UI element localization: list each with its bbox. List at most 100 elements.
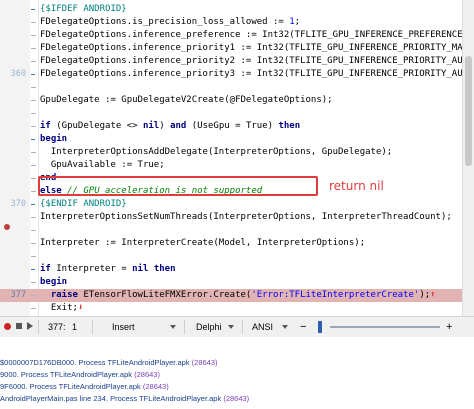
gutter-marker	[31, 165, 36, 166]
code-line[interactable]	[0, 250, 474, 263]
chevron-down-icon[interactable]	[170, 325, 176, 329]
code-line[interactable]: if (GpuDelegate <> nil) and (UseGpu = Tr…	[0, 120, 474, 133]
code-line[interactable]: begin	[0, 133, 474, 146]
gutter-marker	[31, 295, 36, 296]
zoom-slider[interactable]	[330, 326, 440, 328]
zoom-in-icon[interactable]: +	[446, 317, 452, 337]
code-token: {$IFDEF ANDROID}	[40, 4, 127, 14]
message-process-id: (28643)	[223, 394, 250, 403]
language-selector[interactable]: Delphi	[196, 317, 222, 337]
code-line[interactable]	[0, 224, 474, 237]
code-lines: {$IFDEF ANDROID} FDelegateOptions.is_prec…	[0, 0, 474, 316]
chevron-down-icon[interactable]	[228, 325, 234, 329]
code-line[interactable]: Interpreter := InterpreterCreate(Model, …	[0, 237, 474, 250]
code-token: FDelegateOptions.is_precision_loss_allow…	[40, 17, 290, 27]
message-item[interactable]: 9000. Process TFLiteAndroidPlayer.apk (2…	[0, 369, 160, 381]
arrow-icon: ⬆	[430, 290, 436, 300]
code-token: );	[419, 290, 431, 300]
code-line[interactable]: InterpreterOptionsSetNumThreads(Interpre…	[0, 211, 474, 224]
status-bar: 377: 1 Insert Delphi ANSI − +	[0, 316, 474, 338]
code-text: if (GpuDelegate <> nil) and (UseGpu = Tr…	[40, 120, 300, 133]
code-line[interactable]	[0, 81, 474, 94]
code-line[interactable]: FDelegateOptions.inference_priority1 := …	[0, 42, 474, 55]
code-token: raise	[50, 290, 78, 300]
code-line[interactable]: 377 raise ETensorFlowLiteFMXError.Create…	[0, 289, 474, 302]
vertical-scrollbar[interactable]	[462, 0, 474, 316]
gutter-marker	[31, 308, 36, 309]
code-text: if Interpreter = nil then	[40, 263, 176, 276]
message-process-id: (28643)	[142, 382, 169, 391]
code-line[interactable]: FDelegateOptions.inference_priority2 := …	[0, 55, 474, 68]
message-item[interactable]: $0000007D176DB000. Process TFLiteAndroid…	[0, 357, 218, 369]
code-token: GpuAvailable := True;	[40, 160, 165, 170]
code-text: InterpreterOptionsAddDelegate(Interprete…	[40, 146, 392, 159]
message-text: 9000. Process TFLiteAndroidPlayer.apk	[0, 370, 135, 379]
code-line[interactable]: {$IFDEF ANDROID}	[0, 3, 474, 16]
code-token: 'Error:TFLiteInterpreterCreate'	[251, 290, 420, 300]
gutter-marker	[31, 126, 36, 127]
zoom-slider-thumb[interactable]	[318, 321, 322, 333]
code-editor[interactable]: {$IFDEF ANDROID} FDelegateOptions.is_prec…	[0, 0, 474, 316]
code-token: nil	[142, 121, 160, 131]
cursor-line: 377:	[48, 322, 66, 332]
code-token: FDelegateOptions.inference_priority2 := …	[40, 56, 474, 66]
code-token: begin	[40, 134, 68, 144]
code-line[interactable]: begin	[0, 276, 474, 289]
code-line[interactable]	[0, 107, 474, 120]
code-token: begin	[40, 277, 68, 287]
line-number: 360	[10, 69, 26, 79]
scrollbar-thumb[interactable]	[465, 56, 472, 166]
gutter-marker	[31, 269, 35, 270]
zoom-out-icon[interactable]: −	[300, 317, 306, 337]
code-token: nil	[132, 264, 149, 274]
message-item[interactable]: 9F6000. Process TFLiteAndroidPlayer.apk …	[0, 381, 169, 393]
code-text: FDelegateOptions.inference_preference :=…	[40, 29, 474, 42]
code-line[interactable]: InterpreterOptionsAddDelegate(Interprete…	[0, 146, 474, 159]
code-line[interactable]: FDelegateOptions.is_precision_loss_allow…	[0, 16, 474, 29]
play-macro-icon[interactable]	[27, 322, 33, 330]
messages-panel: $0000007D176DB000. Process TFLiteAndroid…	[0, 337, 474, 409]
code-line[interactable]: GpuDelegate := GpuDelegateV2Create(@FDel…	[0, 94, 474, 107]
code-text: FDelegateOptions.inference_priority1 := …	[40, 42, 474, 55]
encoding-selector[interactable]: ANSI	[252, 317, 273, 337]
code-token: )	[159, 121, 171, 131]
message-item[interactable]: AndroidPlayerMain.pas line 234. Process …	[0, 393, 249, 405]
code-token: and	[170, 121, 187, 131]
code-token: InterpreterOptionsSetNumThreads(Interpre…	[40, 212, 452, 222]
code-token: Interpreter := InterpreterCreate(Model, …	[40, 238, 366, 248]
record-macro-icon[interactable]	[4, 323, 11, 330]
code-text: raise ETensorFlowLiteFMXError.Create('Er…	[40, 289, 436, 302]
gutter-marker	[31, 35, 36, 36]
insert-mode-indicator[interactable]: Insert	[112, 317, 135, 337]
code-line[interactable]: FDelegateOptions.inference_preference :=…	[0, 29, 474, 42]
code-text: InterpreterOptionsSetNumThreads(Interpre…	[40, 211, 452, 224]
code-line[interactable]: 370 {$ENDIF ANDROID}	[0, 198, 474, 211]
code-line[interactable]: if Interpreter = nil then	[0, 263, 474, 276]
gutter-marker	[31, 9, 35, 10]
gutter-marker	[31, 152, 36, 153]
line-number: 370	[10, 199, 26, 209]
code-text: GpuDelegate := GpuDelegateV2Create(@FDel…	[40, 94, 333, 107]
message-process-id: (28643)	[134, 370, 160, 379]
code-line[interactable]: 360 FDelegateOptions.inference_priority3 …	[0, 68, 474, 81]
code-line[interactable]: GpuAvailable := True;	[0, 159, 474, 172]
stop-macro-icon[interactable]	[16, 323, 22, 329]
message-text: 9F6000. Process TFLiteAndroidPlayer.apk	[0, 382, 143, 391]
gutter-marker	[31, 87, 36, 88]
chevron-down-icon[interactable]	[282, 325, 288, 329]
code-token: ETensorFlowLiteFMXError.Create(	[77, 290, 252, 300]
code-text: FDelegateOptions.inference_priority3 := …	[40, 68, 474, 81]
code-token: (GpuDelegate <>	[50, 121, 143, 131]
code-line[interactable]: Exit;⬇	[0, 302, 474, 315]
code-text: Interpreter := InterpreterCreate(Model, …	[40, 237, 365, 250]
gutter-marker	[31, 178, 36, 179]
code-token: InterpreterOptionsAddDelegate(Interprete…	[40, 147, 393, 157]
code-text: FDelegateOptions.inference_priority2 := …	[40, 55, 474, 68]
code-token: Exit;	[40, 303, 78, 313]
gutter-marker	[31, 74, 35, 75]
code-token: (UseGpu = True)	[186, 121, 279, 131]
gutter-marker	[31, 139, 35, 140]
gutter-marker	[31, 61, 36, 62]
code-token: GpuDelegate := GpuDelegateV2Create(@FDel…	[40, 95, 333, 105]
